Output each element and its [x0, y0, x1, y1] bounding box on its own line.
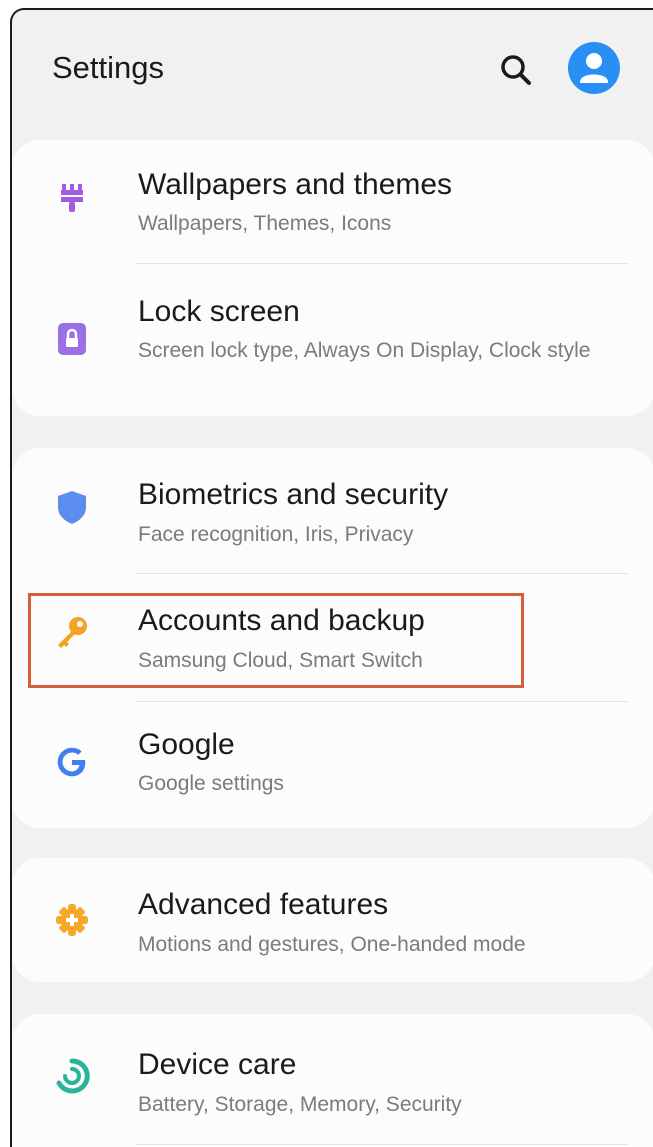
- settings-item-wallpapers[interactable]: Wallpapers and themes Wallpapers, Themes…: [12, 140, 653, 265]
- settings-item-lock-screen[interactable]: Lock screen Screen lock type, Always On …: [12, 265, 653, 416]
- paintbrush-icon: [61, 184, 83, 212]
- page-title: Settings: [52, 50, 165, 85]
- search-button[interactable]: [496, 50, 536, 90]
- settings-item-biometrics[interactable]: Biometrics and security Face recognition…: [12, 448, 653, 573]
- settings-card-advanced: Advanced features Motions and gestures, …: [12, 858, 653, 982]
- google-icon: [57, 747, 86, 777]
- item-label: Device care: [138, 1048, 297, 1081]
- settings-screen: Settings Wallpapers and themes Wallpaper…: [10, 8, 653, 1147]
- settings-item-device-care[interactable]: Device care Battery, Storage, Memory, Se…: [12, 1014, 653, 1138]
- settings-item-google[interactable]: Google Google settings: [12, 702, 653, 828]
- highlight-box: [28, 593, 524, 688]
- item-subtitle: Motions and gestures, One-handed mode: [138, 933, 526, 956]
- item-label: Google: [138, 728, 235, 761]
- item-label: Lock screen: [138, 295, 300, 328]
- divider: [136, 263, 629, 264]
- search-icon: [501, 55, 531, 85]
- settings-card-display: Wallpapers and themes Wallpapers, Themes…: [12, 140, 653, 416]
- item-subtitle: Face recognition, Iris, Privacy: [138, 523, 414, 546]
- account-avatar-button[interactable]: [568, 42, 620, 94]
- device-care-icon: [56, 1058, 90, 1094]
- item-label: Biometrics and security: [138, 478, 449, 511]
- item-subtitle: Wallpapers, Themes, Icons: [138, 212, 392, 235]
- item-subtitle: Google settings: [138, 772, 284, 795]
- item-label: Advanced features: [138, 888, 389, 921]
- item-subtitle: Screen lock type, Always On Display, Clo…: [138, 339, 591, 362]
- divider: [136, 1144, 629, 1145]
- lock-icon: [58, 323, 86, 355]
- settings-item-advanced-features[interactable]: Advanced features Motions and gestures, …: [12, 858, 653, 982]
- account-avatar-icon: [580, 53, 608, 83]
- item-subtitle: Battery, Storage, Memory, Security: [138, 1093, 462, 1116]
- header: Settings: [12, 10, 653, 130]
- shield-icon: [58, 491, 86, 524]
- settings-card-device-care: Device care Battery, Storage, Memory, Se…: [12, 1014, 653, 1147]
- item-label: Wallpapers and themes: [138, 168, 453, 201]
- gear-plus-icon: [56, 904, 88, 936]
